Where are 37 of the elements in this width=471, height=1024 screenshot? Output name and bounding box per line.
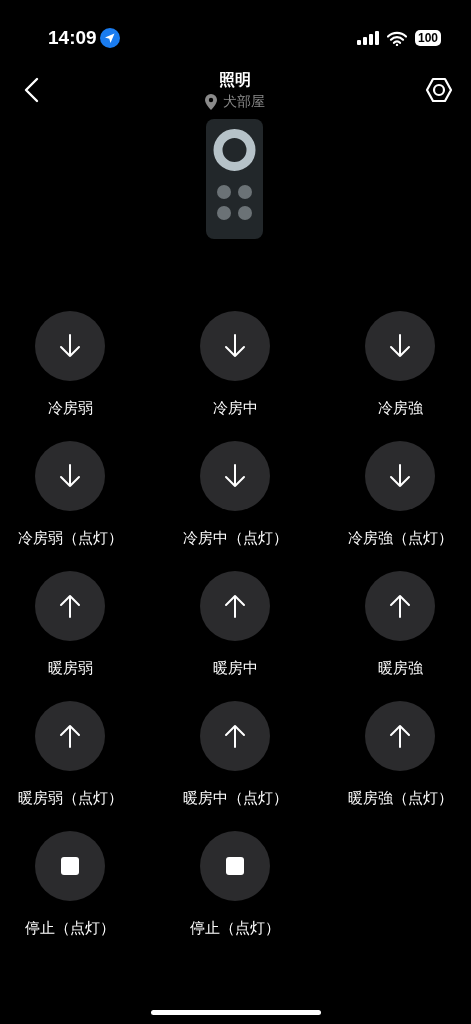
key-label: 冷房弱（点灯）	[17, 529, 123, 548]
stop-icon	[226, 857, 244, 875]
down-arrow-icon	[389, 334, 411, 358]
down-arrow-icon	[224, 464, 246, 488]
key-label: 暖房弱	[47, 659, 93, 678]
stop-icon	[61, 857, 79, 875]
up-arrow-icon	[224, 724, 246, 748]
down-arrow-icon	[389, 464, 411, 488]
device-title: 照明	[218, 70, 251, 91]
down-arrow-icon	[59, 334, 81, 358]
status-time: 14:09	[48, 27, 97, 49]
up-arrow-icon	[59, 724, 81, 748]
down-arrow-icon	[59, 464, 81, 488]
key-label: 冷房強（点灯）	[347, 529, 453, 548]
up-arrow-icon	[389, 594, 411, 618]
key-label: 冷房弱	[47, 399, 93, 418]
up-arrow-icon	[224, 594, 246, 618]
location-pin-icon	[204, 94, 217, 110]
room-name: 犬部屋	[222, 93, 265, 111]
key-label: 停止（点灯）	[190, 919, 280, 938]
key-label: 停止（点灯）	[25, 919, 115, 938]
battery-level: 100	[414, 30, 441, 46]
signal-icon	[356, 31, 379, 45]
key-label: 暖房中（点灯）	[182, 789, 288, 808]
key-label: 暖房中	[212, 659, 258, 678]
key-label: 暖房強（点灯）	[347, 789, 453, 808]
key-label: 冷房中	[212, 399, 258, 418]
remote-control-icon	[206, 119, 263, 239]
down-arrow-icon	[224, 334, 246, 358]
up-arrow-icon	[389, 724, 411, 748]
settings-button[interactable]	[425, 76, 453, 104]
key-label: 冷房強	[377, 399, 423, 418]
key-label: 暖房弱（点灯）	[17, 789, 123, 808]
key-label: 暖房強	[377, 659, 423, 678]
wifi-icon	[386, 30, 407, 46]
up-arrow-icon	[59, 594, 81, 618]
key-label: 冷房中（点灯）	[182, 529, 288, 548]
